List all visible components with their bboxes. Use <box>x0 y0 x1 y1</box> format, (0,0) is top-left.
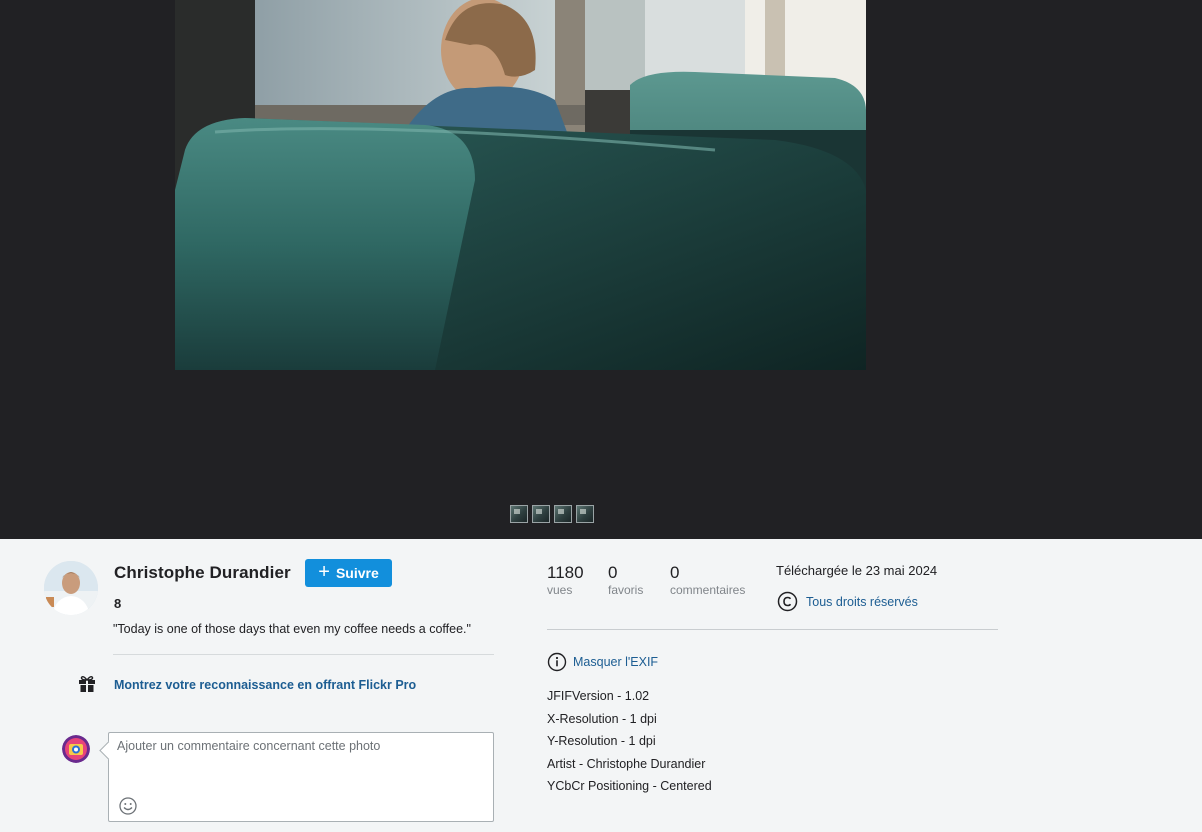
stat-comments: 0 commentaires <box>670 563 745 597</box>
main-photo-image <box>175 0 866 370</box>
thumbnail[interactable] <box>510 505 528 523</box>
owner-name[interactable]: Christophe Durandier <box>114 563 291 583</box>
thumbnail[interactable] <box>576 505 594 523</box>
views-label: vues <box>547 583 573 597</box>
exif-item: X-Resolution - 1 dpi <box>547 711 657 726</box>
thumbnail[interactable] <box>532 505 550 523</box>
thumbnail-strip <box>510 505 594 525</box>
photo-stage <box>0 0 1202 539</box>
divider <box>113 654 494 655</box>
photo-title: "Today is one of those days that even my… <box>113 622 471 636</box>
divider <box>547 629 998 630</box>
faves-count: 0 <box>608 563 618 582</box>
exif-item: Artist - Christophe Durandier <box>547 756 706 771</box>
smiley-icon[interactable] <box>119 797 137 815</box>
comment-input[interactable] <box>117 739 483 793</box>
gift-pro-link[interactable]: Montrez votre reconnaissance en offrant … <box>114 678 416 692</box>
copyright-icon <box>777 591 798 612</box>
comment-box <box>108 732 494 822</box>
hide-exif-link[interactable]: Masquer l'EXIF <box>573 655 658 669</box>
views-count: 1180 <box>547 563 584 582</box>
info-icon <box>547 652 567 672</box>
comments-count: 0 <box>670 563 680 582</box>
upload-date: Téléchargée le 23 mai 2024 <box>776 563 938 578</box>
owner-avatar[interactable] <box>44 561 98 615</box>
exif-item: YCbCr Positioning - Centered <box>547 779 712 794</box>
exif-item: Y-Resolution - 1 dpi <box>547 734 656 749</box>
owner-count: 8 <box>114 596 122 611</box>
faves-label: favoris <box>608 583 644 597</box>
comments-label: commentaires <box>670 583 746 597</box>
stat-faves: 0 favoris <box>608 563 643 597</box>
license-link[interactable]: Tous droits réservés <box>806 595 918 609</box>
thumbnail[interactable] <box>554 505 572 523</box>
exif-item: JFIFVersion - 1.02 <box>547 689 650 703</box>
commenter-avatar[interactable] <box>62 735 90 763</box>
gift-icon <box>79 675 95 692</box>
follow-button-label: Suivre <box>335 565 379 581</box>
exif-list: JFIFVersion - 1.02 X-Resolution - 1 dpi … <box>547 688 712 801</box>
plus-icon: + <box>318 561 330 583</box>
main-photo[interactable] <box>175 0 866 370</box>
follow-button[interactable]: + Suivre <box>305 559 392 587</box>
stat-views: 1180 vues <box>547 563 584 597</box>
